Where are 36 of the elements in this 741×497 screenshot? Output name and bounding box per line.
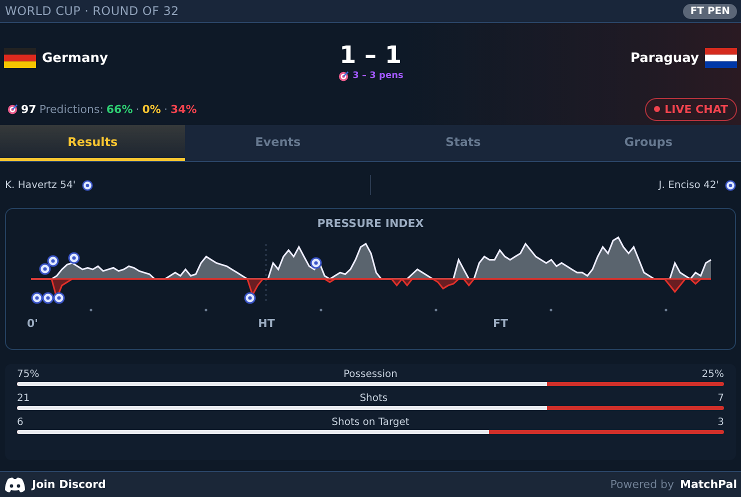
competition-title: WORLD CUP · ROUND OF 32: [5, 4, 179, 18]
away-stat: 25%: [702, 369, 724, 380]
timeline-label: FT: [492, 317, 508, 330]
tab[interactable]: Results: [0, 125, 186, 161]
predictions-label: Predictions:: [39, 102, 104, 116]
join-discord-link[interactable]: Join Discord: [32, 478, 106, 491]
tab[interactable]: Stats: [370, 125, 556, 161]
away-stat: 3: [718, 417, 724, 428]
team-name: Germany: [42, 50, 108, 66]
timeline-label: 0': [26, 317, 38, 330]
powered-by-text: Powered by: [610, 478, 674, 491]
stat-label: Shots: [360, 393, 388, 404]
home-stat: 21: [17, 393, 30, 404]
goal-scorer: J. Enciso 42': [658, 180, 719, 190]
stat-label: Possession: [343, 369, 398, 380]
away-prediction: 34%: [170, 102, 197, 116]
chart-title: PRESSURE INDEX: [317, 217, 424, 230]
brand-name: MatchPal: [680, 478, 737, 491]
live-chat-button[interactable]: LIVE CHAT: [644, 98, 737, 120]
home-stat: 75%: [17, 369, 40, 380]
draw-prediction: 0%: [142, 102, 161, 116]
timeline-label: HT: [258, 317, 275, 330]
tab[interactable]: Groups: [556, 125, 741, 161]
match-score: 1 – 1: [339, 40, 402, 68]
tab[interactable]: Events: [185, 125, 370, 161]
prediction-count: 97: [21, 102, 36, 116]
team-name: Paraguay: [630, 50, 699, 66]
penalty-score: 3 – 3 pens: [352, 71, 404, 81]
separator: ·: [136, 102, 140, 116]
separator: ·: [164, 102, 168, 116]
home-prediction: 66%: [106, 102, 133, 116]
goal-scorer: K. Havertz 54': [5, 180, 76, 190]
stat-label: Shots on Target: [332, 417, 410, 428]
home-stat: 6: [17, 417, 24, 428]
away-stat: 7: [718, 393, 724, 404]
status-badge: FT PEN: [683, 4, 737, 18]
